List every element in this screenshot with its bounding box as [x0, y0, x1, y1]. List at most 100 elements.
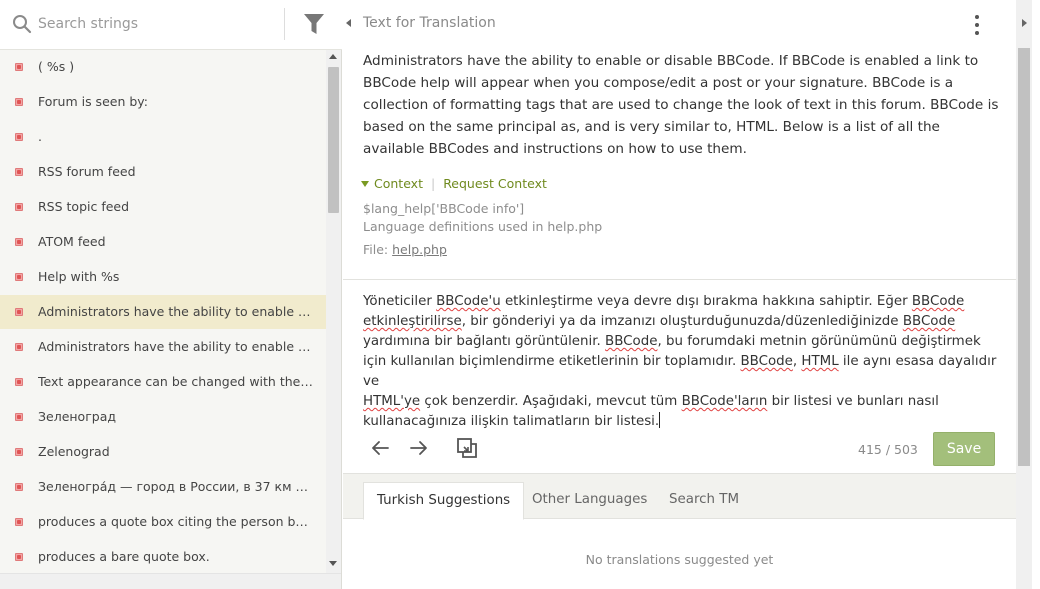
collapse-right-icon[interactable]: [1020, 18, 1030, 30]
strings-horizontal-scrollbar[interactable]: [0, 573, 341, 589]
string-item-label: produces a bare quote box.: [38, 549, 210, 564]
context-toggle[interactable]: Context: [374, 176, 423, 191]
tab-other-languages[interactable]: Other Languages: [519, 482, 660, 520]
string-item-label: RSS topic feed: [38, 199, 130, 214]
context-file-label: File:: [363, 242, 389, 257]
editor-scrollbar[interactable]: [1016, 0, 1032, 589]
translation-editor: Text for Translation Administrators have…: [343, 0, 1016, 589]
filter-icon[interactable]: [300, 11, 328, 37]
character-counter: 415 / 503: [858, 442, 918, 457]
untranslated-status-icon: [15, 553, 23, 561]
caret-down-icon[interactable]: [361, 180, 369, 187]
spelling-error: BBCode: [911, 294, 965, 309]
context-description: Language definitions used in help.php: [363, 219, 603, 234]
more-options-icon[interactable]: [969, 13, 985, 37]
string-item-label: Administrators have the ability to enabl…: [38, 304, 313, 319]
copy-source-icon[interactable]: [455, 436, 479, 460]
string-item[interactable]: RSS forum feed: [0, 155, 326, 189]
translation-text: çok benzerdir. Aşağıdaki, mevcut tüm: [420, 394, 682, 409]
context-key: $lang_help['BBCode info']: [363, 201, 525, 216]
string-item[interactable]: ATOM feed: [0, 225, 326, 259]
search-icon: [13, 15, 32, 34]
spelling-error: BBCode: [740, 354, 793, 369]
string-item[interactable]: Help with %s: [0, 260, 326, 294]
strings-list: ( %s ) Forum is seen by: . RSS forum fee…: [0, 50, 326, 572]
untranslated-status-icon: [15, 483, 23, 491]
string-item-label: Зеленоград: [38, 409, 117, 424]
context-separator: |: [430, 176, 436, 191]
spelling-error: etkinleştirilirse: [363, 314, 462, 329]
search-bar: [0, 0, 342, 50]
string-item[interactable]: produces a bare quote box.: [0, 540, 326, 572]
string-item-label: Зеленогра́д — город в России, в 37 км к …: [38, 479, 313, 494]
string-item[interactable]: Zelenograd: [0, 435, 326, 469]
string-item-label: ( %s ): [38, 59, 75, 74]
editor-toolbar: 415 / 503 Save: [343, 426, 1016, 473]
save-button[interactable]: Save: [933, 432, 995, 466]
scroll-thumb[interactable]: [328, 67, 339, 213]
context-file-link[interactable]: help.php: [392, 242, 447, 257]
string-item[interactable]: Зеленоград: [0, 400, 326, 434]
untranslated-status-icon: [15, 168, 23, 176]
tab-search-tm[interactable]: Search TM: [656, 482, 752, 520]
untranslated-status-icon: [15, 98, 23, 106]
context-row: Context | Request Context: [361, 176, 547, 191]
string-item-selected[interactable]: Administrators have the ability to enabl…: [0, 295, 326, 329]
string-item[interactable]: Зеленогра́д — город в России, в 37 км к …: [0, 470, 326, 504]
search-input[interactable]: [38, 12, 274, 36]
untranslated-status-icon: [15, 343, 23, 351]
source-header: Text for Translation: [343, 0, 1016, 50]
arrow-left-icon[interactable]: [368, 436, 392, 460]
string-item-label: Help with %s: [38, 269, 120, 284]
string-item-label: Forum is seen by:: [38, 94, 148, 109]
spelling-error: BBCode'ların: [681, 394, 768, 409]
untranslated-status-icon: [15, 133, 23, 141]
string-item-label: produces a quote box citing the person b…: [38, 514, 313, 529]
untranslated-status-icon: [15, 378, 23, 386]
scroll-up-icon[interactable]: [329, 54, 337, 59]
translation-textarea[interactable]: Yöneticiler BBCode'u etkinleştirme veya …: [363, 292, 1003, 432]
translation-text: Yöneticiler: [363, 294, 437, 309]
scroll-thumb[interactable]: [1018, 48, 1030, 466]
spelling-error: HTML: [801, 354, 839, 369]
source-title: Text for Translation: [363, 15, 496, 31]
source-text: Administrators have the ability to enabl…: [363, 53, 999, 157]
scroll-down-icon[interactable]: [329, 561, 337, 566]
translation-text: yardımına bir bağlantı görüntülenir.: [363, 334, 606, 349]
suggestions-tabs: Turkish Suggestions Other Languages Sear…: [343, 473, 1016, 520]
spelling-error: BBCode: [605, 334, 658, 349]
string-item-label: Administrators have the ability to enabl…: [38, 339, 313, 354]
tab-turkish-suggestions[interactable]: Turkish Suggestions: [363, 482, 525, 520]
editor-divider: [343, 279, 1016, 280]
spelling-error: BBCode: [902, 314, 956, 329]
string-item-label: ATOM feed: [38, 234, 106, 249]
untranslated-status-icon: [15, 308, 23, 316]
filter-divider: [284, 8, 285, 40]
arrow-right-icon[interactable]: [407, 436, 431, 460]
untranslated-status-icon: [15, 448, 23, 456]
string-item-label: .: [38, 129, 42, 144]
translation-text: etkinleştirme veya devre dışı bırakma ha…: [500, 294, 912, 309]
untranslated-status-icon: [15, 203, 23, 211]
window-edge: [1032, 0, 1040, 589]
context-file: File: help.php: [363, 242, 447, 257]
string-item[interactable]: Text appearance can be changed with the …: [0, 365, 326, 399]
translation-text: , bir gönderiyi ya da imzanızı oluşturdu…: [461, 314, 903, 329]
string-item[interactable]: Forum is seen by:: [0, 85, 326, 119]
string-item[interactable]: Administrators have the ability to enabl…: [0, 330, 326, 364]
string-item[interactable]: produces a quote box citing the person b…: [0, 505, 326, 539]
untranslated-status-icon: [15, 518, 23, 526]
string-item-label: Text appearance can be changed with the …: [38, 374, 313, 389]
untranslated-status-icon: [15, 273, 23, 281]
string-item[interactable]: .: [0, 120, 326, 154]
strings-pane: ( %s ) Forum is seen by: . RSS forum fee…: [0, 0, 342, 589]
strings-scrollbar[interactable]: [326, 50, 341, 573]
request-context-link[interactable]: Request Context: [443, 176, 547, 191]
string-item[interactable]: ( %s ): [0, 50, 326, 84]
spelling-error: BBCode'u: [436, 294, 501, 309]
suggestions-empty-message: No translations suggested yet: [585, 552, 774, 567]
untranslated-status-icon: [15, 63, 23, 71]
string-item-label: RSS forum feed: [38, 164, 136, 179]
string-item[interactable]: RSS topic feed: [0, 190, 326, 224]
untranslated-status-icon: [15, 413, 23, 421]
